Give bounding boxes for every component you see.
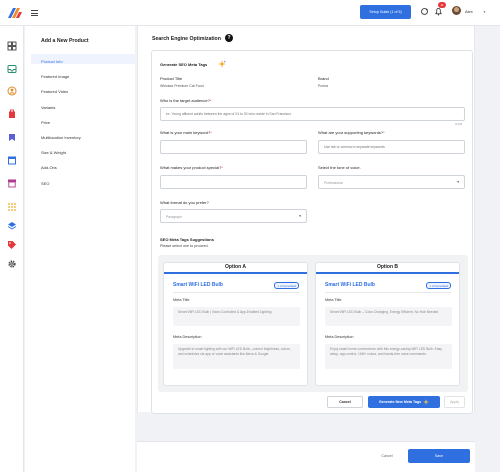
- format-label: What format do you prefer?: [160, 200, 209, 205]
- meta-description-label: Meta Description: [325, 335, 354, 339]
- tone-select-value: Professional: [324, 180, 343, 185]
- brand-label: Brand: [318, 76, 329, 81]
- brand-value: Purina: [318, 84, 329, 88]
- option-accent-bar: [316, 272, 459, 274]
- section-item-product-info[interactable]: Product Info: [41, 59, 63, 64]
- section-item-price[interactable]: Price: [41, 120, 50, 125]
- settings-gear-icon[interactable]: [7, 259, 17, 269]
- divider: [173, 292, 299, 293]
- panel-title: Add a New Product: [41, 38, 89, 44]
- customer-icon[interactable]: [7, 86, 17, 96]
- option-header: Option B: [376, 264, 399, 270]
- option-a-card[interactable]: Option A Smart WiFi LED Bulb ✦ AI Genera…: [163, 262, 308, 386]
- apply-button[interactable]: Apply: [444, 396, 465, 408]
- section-item-featured-video[interactable]: Featured Video: [41, 89, 68, 94]
- panel-title: Generate SEO Meta Tags: [160, 62, 208, 67]
- product-title-label: Product Title: [160, 76, 183, 81]
- section-item-add-ons[interactable]: Add-Ons: [41, 165, 57, 170]
- setup-guide-button[interactable]: Setup Guide (1 of 5): [360, 5, 411, 19]
- generate-button-label: Generate New Meta Tags: [378, 400, 422, 404]
- supporting-keywords-input[interactable]: [318, 140, 465, 154]
- apps-grid-icon[interactable]: [7, 202, 17, 212]
- section-item-featured-image[interactable]: Featured Image: [41, 74, 69, 79]
- notification-badge: 11: [438, 2, 446, 8]
- menu-toggle-icon[interactable]: [31, 10, 38, 16]
- ai-generated-badge: ✦ AI Generated: [426, 282, 451, 289]
- layers-icon[interactable]: [7, 221, 17, 231]
- cancel-button[interactable]: Cancel: [327, 396, 363, 408]
- divider: [325, 292, 451, 293]
- product-sections-panel: Add a New Product Product Info Featured …: [25, 26, 135, 472]
- product-title-value: Whiskas Premium Cat Food: [160, 84, 204, 88]
- tag-icon[interactable]: [7, 240, 17, 250]
- special-label: What makes your product special?*: [160, 165, 223, 170]
- top-bar: Setup Guide (1 of 5) 11 Alex ▼: [0, 0, 500, 26]
- dashboard-icon[interactable]: [7, 41, 17, 51]
- option-product-name: Smart WiFi LED Bulb: [173, 282, 223, 288]
- meta-description-label: Meta Description: [173, 335, 202, 339]
- meta-title-label: Meta Title: [173, 298, 190, 302]
- tone-label: Select the tone of voice.: [318, 165, 361, 170]
- section-item-multilocation-inventory[interactable]: Multilocation Inventory: [41, 135, 81, 140]
- sparkle-icon: [218, 60, 226, 68]
- option-product-name: Smart WiFi LED Bulb: [325, 282, 375, 288]
- chevron-down-icon: ▾: [457, 180, 459, 184]
- special-input[interactable]: [160, 175, 307, 189]
- icon-rail: [0, 26, 24, 472]
- user-name[interactable]: Alex: [465, 9, 473, 14]
- meta-description-value: Enjoy smart home convenience with this e…: [325, 344, 452, 369]
- tone-select[interactable]: Professional ▾: [318, 175, 465, 189]
- audience-input[interactable]: [160, 107, 465, 121]
- format-select[interactable]: Paragraph ▾: [160, 209, 307, 223]
- main-keyword-label: What is your main keyword?*: [160, 130, 212, 135]
- orders-icon[interactable]: [7, 109, 17, 119]
- generate-meta-tags-button[interactable]: Generate New Meta Tags: [368, 396, 440, 408]
- option-b-card[interactable]: Option B Smart WiFi LED Bulb ✦ AI Genera…: [315, 262, 460, 386]
- main-keyword-input[interactable]: [160, 140, 307, 154]
- meta-title-value: Smart WiFi LED Bulb | Voice-Controlled &…: [173, 307, 300, 326]
- suggestions-subtitle: Please select one to proceed.: [160, 244, 209, 248]
- option-accent-bar: [164, 272, 307, 274]
- archive-icon[interactable]: [7, 178, 17, 188]
- supporting-keywords-label: What are your supporting keywords?*: [318, 130, 385, 135]
- help-icon[interactable]: ?: [225, 34, 233, 42]
- calendar-icon[interactable]: [7, 155, 17, 165]
- save-button[interactable]: Save: [408, 449, 470, 463]
- app-logo-icon[interactable]: [8, 8, 22, 18]
- section-item-seo[interactable]: SEO: [41, 181, 49, 186]
- meta-description-value: Upgrade to smart lighting with our WiFi …: [173, 344, 300, 369]
- chevron-down-icon: ▾: [299, 214, 301, 218]
- section-item-variants[interactable]: Variants: [41, 105, 55, 110]
- format-select-value: Paragraph: [166, 214, 182, 219]
- inbox-icon[interactable]: [7, 64, 17, 74]
- meta-title-value: Smart WiFi LED Bulb – Color-Changing, En…: [325, 307, 452, 326]
- ai-generated-badge: ✦ AI Generated: [274, 282, 299, 289]
- meta-title-label: Meta Title: [325, 298, 342, 302]
- footer-cancel-button[interactable]: Cancel: [378, 450, 396, 462]
- bell-icon[interactable]: [434, 7, 443, 16]
- refresh-icon[interactable]: [420, 7, 429, 16]
- section-title: Search Engine Optimization: [152, 36, 221, 42]
- option-header: Option A: [225, 264, 246, 270]
- sparkle-icon: [423, 399, 430, 405]
- avatar[interactable]: [452, 6, 461, 15]
- user-menu-chevron-icon[interactable]: ▼: [483, 10, 486, 14]
- audience-label: Who is the target audience?*: [160, 98, 212, 103]
- suggestions-title: SEO Meta Tags Suggestions: [160, 237, 214, 242]
- products-icon[interactable]: [7, 132, 17, 142]
- audience-char-counter: 0/128: [455, 122, 462, 126]
- section-item-size-weight[interactable]: Size & Weight: [41, 150, 66, 155]
